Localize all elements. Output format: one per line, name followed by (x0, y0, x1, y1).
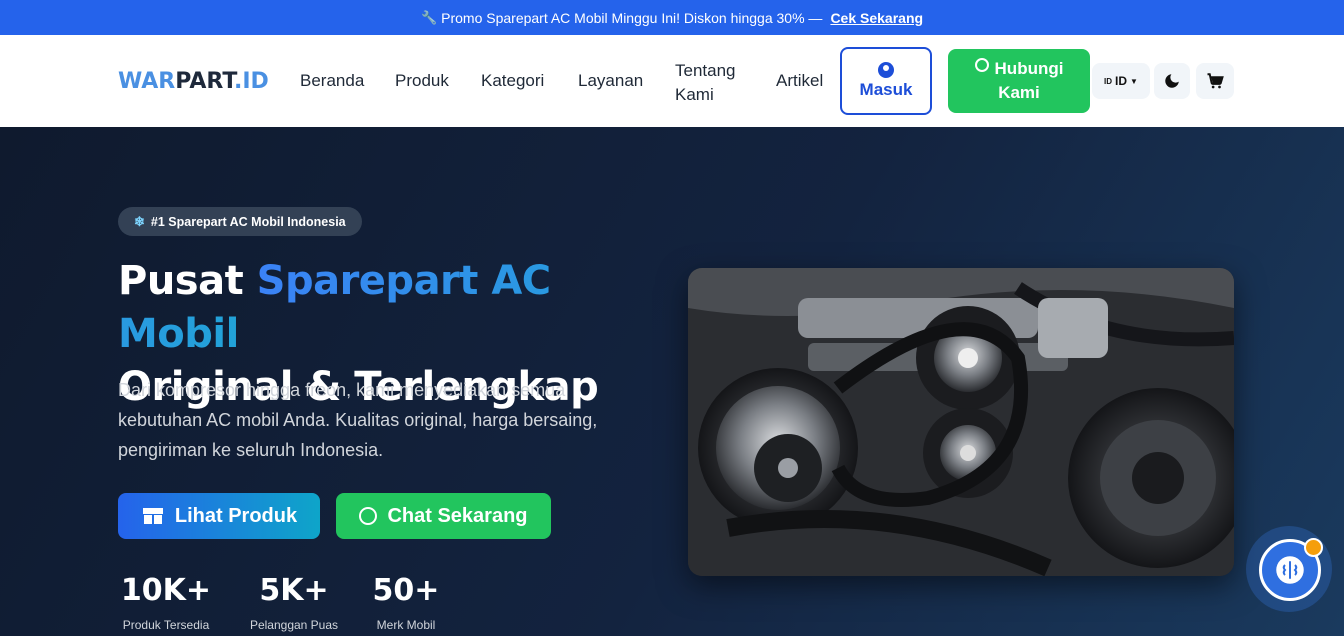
stat-number: 10K+ (120, 573, 212, 608)
boxes-icon (142, 508, 163, 524)
notification-badge (1304, 538, 1323, 557)
engine-illustration (688, 268, 1234, 576)
flag-icon: ID (1104, 76, 1113, 86)
whatsapp-icon (974, 58, 989, 72)
stat-number: 50+ (372, 573, 440, 608)
chat-now-label: Chat Sekarang (387, 504, 528, 527)
hero-title-pre: Pusat (118, 258, 257, 304)
stat-label: Merk Mobil (376, 618, 436, 632)
stat-number: 5K+ (259, 573, 329, 608)
user-icon (878, 62, 894, 78)
theme-toggle[interactable] (1154, 63, 1190, 99)
contact-label: Hubungi Kami (994, 59, 1064, 102)
moon-icon (1165, 74, 1179, 88)
wrench-icon: 🔧 (420, 9, 438, 25)
login-button[interactable]: Masuk (840, 47, 932, 115)
cart-button[interactable] (1196, 63, 1234, 99)
nav-link-layanan[interactable]: Layanan (578, 71, 643, 91)
hero-description: Dari kompresor hingga freon, kami menyed… (118, 380, 598, 460)
whatsapp-icon (359, 507, 378, 525)
nav-link-tentang-kami[interactable]: Tentang Kami (675, 59, 747, 107)
language-label: ID (1115, 74, 1128, 88)
logo-part-2: PART (175, 69, 234, 94)
view-products-label: Lihat Produk (174, 504, 298, 527)
logo[interactable]: WARPART.ID (118, 69, 269, 94)
navbar: WARPART.ID Beranda Produk Kategori Layan… (0, 35, 1344, 127)
stat-label: Pelanggan Puas (249, 618, 339, 632)
stat-brands: 50+ Merk Mobil (370, 573, 442, 632)
hero-badge: ❄ #1 Sparepart AC Mobil Indonesia (118, 207, 362, 236)
hero-section: ❄ #1 Sparepart AC Mobil Indonesia Pusat … (0, 127, 1344, 636)
stat-label: Produk Tersedia (122, 618, 210, 632)
language-select[interactable]: ID ID ▼ (1092, 63, 1150, 99)
nav-link-beranda[interactable]: Beranda (300, 71, 364, 91)
snowflake-icon: ❄ (134, 213, 145, 229)
promo-text: Promo Sparepart AC Mobil Minggu Ini! Dis… (441, 9, 823, 26)
nav-link-produk[interactable]: Produk (395, 71, 449, 91)
hero-badge-text: #1 Sparepart AC Mobil Indonesia (150, 214, 346, 229)
stat-customers: 5K+ Pelanggan Puas (246, 573, 342, 632)
logo-part-3: .ID (234, 69, 269, 94)
hero-image (688, 268, 1234, 576)
chat-now-button[interactable]: Chat Sekarang (336, 493, 551, 539)
login-label: Masuk (859, 80, 913, 99)
logo-part-1: WAR (118, 69, 176, 94)
promo-link[interactable]: Cek Sekarang (830, 10, 923, 26)
promo-bar: 🔧 Promo Sparepart AC Mobil Minggu Ini! D… (0, 0, 1344, 35)
stat-products: 10K+ Produk Tersedia (118, 573, 214, 632)
brain-icon (1276, 556, 1304, 584)
nav-link-kategori[interactable]: Kategori (481, 71, 544, 91)
view-products-button[interactable]: Lihat Produk (118, 493, 320, 539)
cart-icon (1207, 73, 1224, 89)
nav-link-artikel[interactable]: Artikel (776, 71, 823, 91)
contact-button[interactable]: Hubungi Kami (948, 49, 1090, 113)
caret-down-icon: ▼ (1130, 76, 1138, 86)
